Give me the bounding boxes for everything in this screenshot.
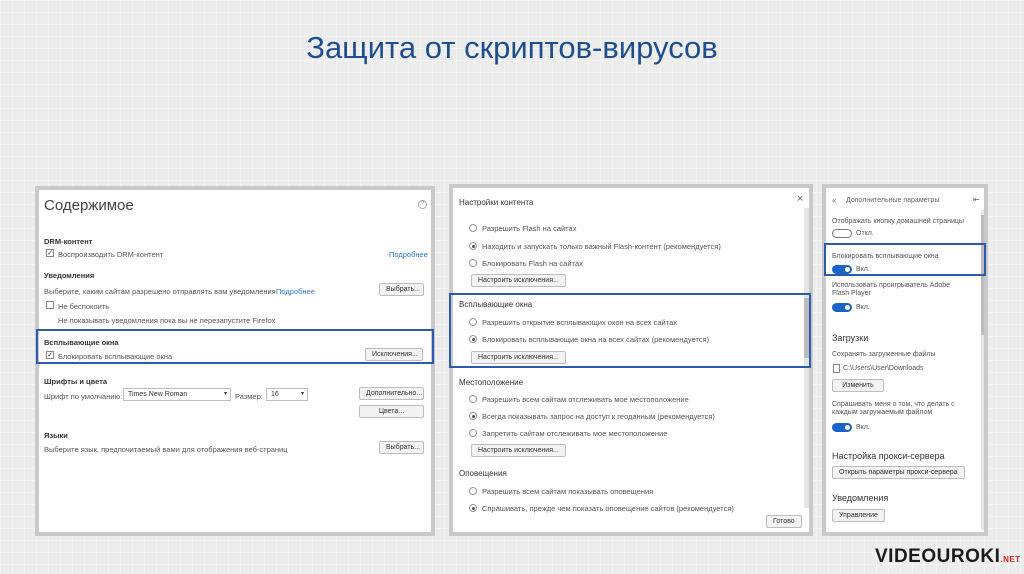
location-allow-radio[interactable] xyxy=(469,395,477,403)
alerts-header: Оповещения xyxy=(459,469,507,478)
home-state: Откл. xyxy=(856,230,874,237)
location-exceptions-button[interactable]: Настроить исключения... xyxy=(471,444,566,457)
download-path: C:\Users\User\Downloads xyxy=(843,365,924,372)
flash-toggle[interactable] xyxy=(832,303,852,312)
popup-state: Вкл. xyxy=(856,266,870,273)
flash-state: Вкл. xyxy=(856,304,870,311)
panel-title: Дополнительные параметры xyxy=(846,197,940,204)
panel-title: Содержимое xyxy=(44,197,134,214)
manage-notifications-button[interactable]: Управление xyxy=(832,509,885,522)
logo-text: VIDEOUROKI xyxy=(875,546,1001,567)
chevron-down-icon: ▾ xyxy=(223,391,227,397)
location-deny-label: Запретить сайтам отслеживать мое местопо… xyxy=(482,429,668,438)
popup-block-label: Блокировать всплывающие окна на всех сай… xyxy=(482,335,710,344)
languages-text: Выберите язык, предпочитаемый вами для о… xyxy=(44,445,288,454)
flash-block-label: Блокировать Flash на сайтах xyxy=(482,259,583,268)
drm-header: DRM-контент xyxy=(44,237,93,246)
chrome-content-panel: × Настройки контента Разрешить Flash на … xyxy=(449,184,813,536)
save-files-label: Сохранять загруженные файлы xyxy=(832,351,936,358)
flash-exceptions-button[interactable]: Настроить исключения... xyxy=(471,274,566,287)
languages-header: Языки xyxy=(44,431,68,440)
popup-exceptions-button[interactable]: Настроить исключения... xyxy=(471,351,566,364)
ask-download-label: Спрашивать меня о том, что делать с кажд… xyxy=(832,401,955,416)
chevron-down-icon: ▾ xyxy=(300,391,304,397)
popup-allow-label: Разрешить открытие всплывающих окон на в… xyxy=(482,318,677,327)
location-deny-radio[interactable] xyxy=(469,429,477,437)
pin-icon[interactable]: ⇤ xyxy=(973,195,980,204)
popup-block-label: Блокировать всплывающие окна xyxy=(832,253,939,260)
proxy-header: Настройка прокси-сервера xyxy=(832,451,945,461)
font-size-value: 16 xyxy=(271,391,279,398)
videouroki-logo: VIDEOUROKI.NET xyxy=(875,546,1021,568)
alerts-allow-label: Разрешить всем сайтам показывать оповеще… xyxy=(482,487,654,496)
flash-important-radio[interactable] xyxy=(469,242,477,250)
change-path-button[interactable]: Изменить xyxy=(832,379,884,392)
dnd-label: Не беспокоить xyxy=(58,302,110,311)
close-icon[interactable]: × xyxy=(797,193,803,205)
scrollbar[interactable] xyxy=(804,208,809,508)
notifications-text: Выберите, каким сайтам разрешено отправл… xyxy=(44,287,276,296)
popup-block-toggle[interactable] xyxy=(832,265,852,274)
scrollbar-thumb[interactable] xyxy=(804,298,809,358)
location-header: Местоположение xyxy=(459,378,524,387)
content-settings-header: Настройки контента xyxy=(459,198,534,207)
popups-header: Всплывающие окна xyxy=(459,300,533,309)
home-toggle-off[interactable] xyxy=(832,229,852,238)
flash-allow-label: Разрешить Flash на сайтах xyxy=(482,224,577,233)
ask-state: Вкл. xyxy=(856,424,870,431)
ask-download-toggle[interactable] xyxy=(832,423,852,432)
font-size-select[interactable]: 16 ▾ xyxy=(266,388,308,401)
location-ask-label: Всегда показывать запрос на доступ к гео… xyxy=(482,412,715,421)
dnd-subtext: Не показывать уведомления пока вы не пер… xyxy=(58,316,276,325)
dnd-checkbox[interactable] xyxy=(46,301,54,309)
popup-block-radio[interactable] xyxy=(469,335,477,343)
edge-advanced-panel: « Дополнительные параметры ⇤ Отображать … xyxy=(822,184,988,536)
languages-choose-button[interactable]: Выбрать... xyxy=(379,441,424,454)
open-proxy-settings-button[interactable]: Открыть параметры прокси-сервера xyxy=(832,466,965,479)
scrollbar[interactable] xyxy=(981,210,984,530)
fonts-advanced-button[interactable]: Дополнительно... xyxy=(359,387,424,400)
alerts-allow-radio[interactable] xyxy=(469,487,477,495)
notifications-header: Уведомления xyxy=(44,271,95,280)
notifications-more-link[interactable]: Подробнее xyxy=(276,287,315,296)
notifications-choose-button[interactable]: Выбрать... xyxy=(379,283,424,296)
logo-suffix: .NET xyxy=(1000,555,1021,564)
done-button[interactable]: Готово xyxy=(766,515,802,528)
popup-allow-radio[interactable] xyxy=(469,318,477,326)
popup-exceptions-button[interactable]: Исключения... xyxy=(365,348,423,361)
location-ask-radio[interactable] xyxy=(469,412,477,420)
flash-important-label: Находить и запускать только важный Flash… xyxy=(482,242,721,251)
flash-allow-radio[interactable] xyxy=(469,224,477,232)
font-select-value: Times New Roman xyxy=(128,391,188,398)
folder-icon xyxy=(833,364,840,373)
drm-checkbox[interactable]: ✓ xyxy=(46,249,54,257)
drm-more-link[interactable]: Подробнее xyxy=(389,250,428,259)
fonts-header: Шрифты и цвета xyxy=(44,377,108,386)
scrollbar-thumb[interactable] xyxy=(981,215,984,335)
colors-button[interactable]: Цвета... xyxy=(359,405,424,418)
drm-label: Воспроизводить DRM-контент xyxy=(58,250,164,259)
font-size-label: Размер: xyxy=(235,392,263,401)
firefox-content-panel: Содержимое ? DRM-контент ✓ Воспроизводит… xyxy=(35,186,435,536)
font-default-label: Шрифт по умолчанию: xyxy=(44,392,123,401)
downloads-header: Загрузки xyxy=(832,333,869,343)
notifications-header: Уведомления xyxy=(832,493,889,503)
alerts-ask-label: Спрашивать, прежде чем показать оповещен… xyxy=(482,504,734,513)
home-button-label: Отображать кнопку домашней страницы xyxy=(832,218,964,225)
popup-block-label: Блокировать всплывающие окна xyxy=(58,352,173,361)
popup-block-checkbox[interactable]: ✓ xyxy=(46,351,54,359)
help-icon[interactable]: ? xyxy=(418,200,427,209)
location-allow-label: Разрешить всем сайтам отслеживать мое ме… xyxy=(482,395,689,404)
flash-block-radio[interactable] xyxy=(469,259,477,267)
slide-title: Защита от скриптов-вирусов xyxy=(306,30,718,65)
back-icon[interactable]: « xyxy=(832,196,836,205)
alerts-ask-radio[interactable] xyxy=(469,504,477,512)
flash-label: Использовать проигрыватель Adobe Flash P… xyxy=(832,282,951,297)
popup-header: Всплывающие окна xyxy=(44,338,119,347)
font-select[interactable]: Times New Roman ▾ xyxy=(123,388,231,401)
